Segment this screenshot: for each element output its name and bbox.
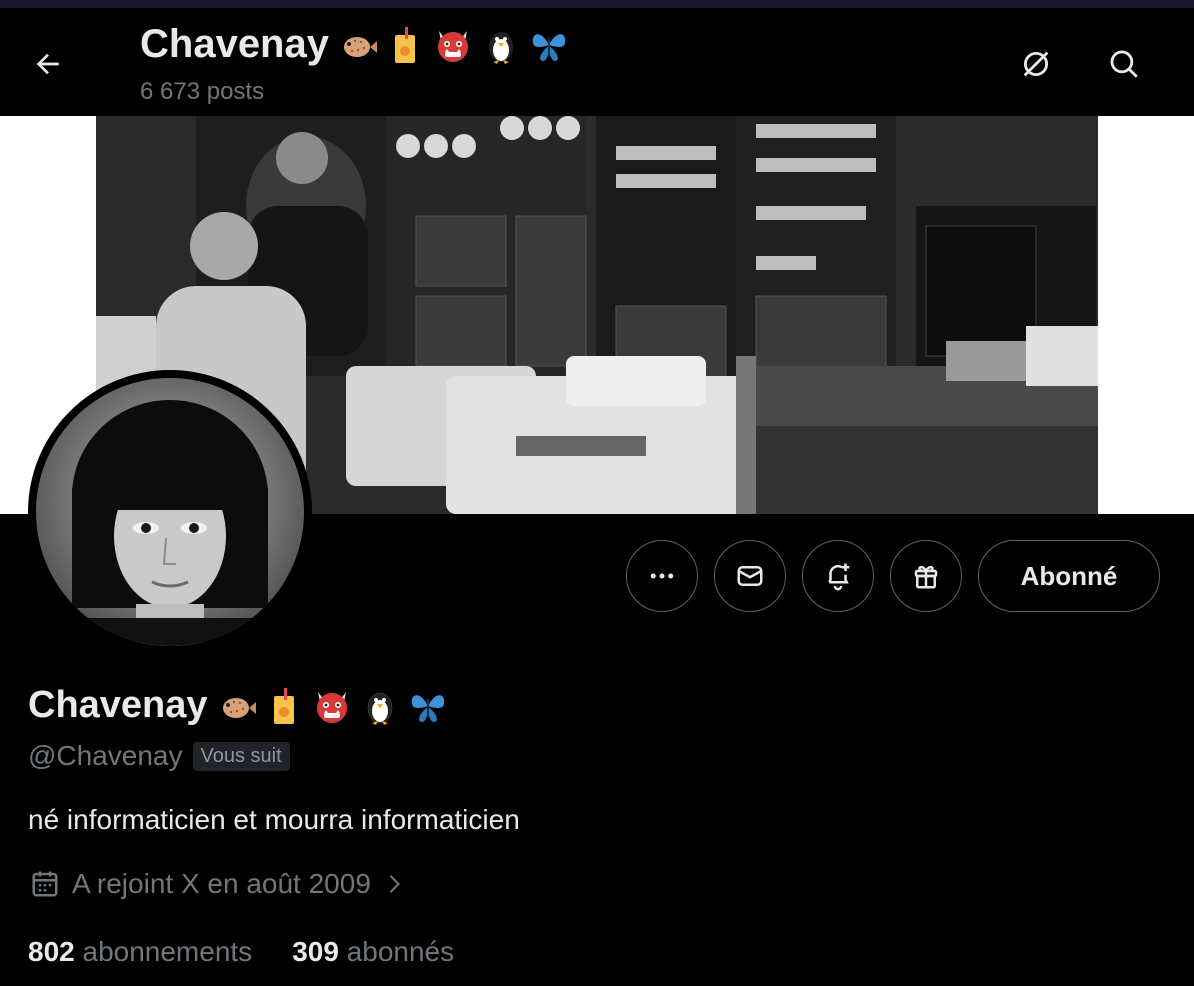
profile-display-name: Chavenay (28, 684, 208, 726)
follow-stats: 802 abonnements 309 abonnés (28, 936, 454, 968)
grok-button[interactable] (1010, 38, 1062, 90)
following-button[interactable]: Abonné (978, 540, 1160, 612)
calendar-icon (32, 871, 58, 897)
back-button[interactable] (22, 38, 74, 90)
handle-row: @Chavenay Vous suit (28, 740, 290, 772)
follows-you-badge: Vous suit (192, 741, 290, 771)
ogre-emoji (437, 30, 468, 62)
following-label: abonnements (82, 936, 253, 967)
back-arrow-icon (36, 53, 59, 75)
more-button[interactable] (626, 540, 698, 612)
avatar-frame[interactable] (28, 370, 312, 654)
profile-header: Chavenay 6 673 posts (0, 8, 1194, 116)
grok-icon (1023, 51, 1049, 77)
search-icon (1110, 50, 1138, 78)
avatar (36, 378, 304, 646)
profile-emoji-row (216, 686, 448, 726)
juice-box-emoji (273, 687, 294, 724)
more-icon (650, 573, 674, 579)
avatar-portrait (36, 378, 304, 646)
chevron-right-icon (389, 875, 400, 893)
juice-box-emoji (394, 26, 415, 63)
penguin-emoji (367, 692, 392, 725)
header-display-name: Chavenay (140, 22, 329, 66)
followers-stat[interactable]: 309 abonnés (292, 936, 454, 968)
header-title: Chavenay (140, 22, 569, 67)
profile-bio: né informaticien et mourra informaticien (28, 804, 520, 835)
gift-button[interactable] (890, 540, 962, 612)
pufferfish-emoji (222, 697, 256, 718)
notification-bell-icon (828, 563, 850, 591)
joined-text: A rejoint X en août 2009 (72, 868, 371, 899)
window-top-strip (0, 0, 1194, 8)
joined-date[interactable]: A rejoint X en août 2009 (30, 868, 405, 900)
gift-icon (914, 565, 938, 589)
posts-count: 6 673 posts (140, 78, 265, 105)
search-button[interactable] (1098, 38, 1150, 90)
butterfly-emoji (411, 694, 444, 722)
pufferfish-emoji (343, 36, 377, 57)
following-count: 802 (28, 936, 75, 967)
message-button[interactable] (714, 540, 786, 612)
profile-handle: @Chavenay (28, 740, 183, 771)
header-emoji-row (337, 25, 569, 65)
followers-count: 309 (292, 936, 339, 967)
ogre-emoji (316, 691, 347, 723)
notifications-button[interactable] (802, 540, 874, 612)
penguin-emoji (488, 31, 513, 64)
butterfly-emoji (532, 33, 566, 61)
message-icon (737, 566, 763, 586)
following-stat[interactable]: 802 abonnements (28, 936, 252, 968)
followers-label: abonnés (346, 936, 455, 967)
profile-name: Chavenay (28, 684, 448, 727)
